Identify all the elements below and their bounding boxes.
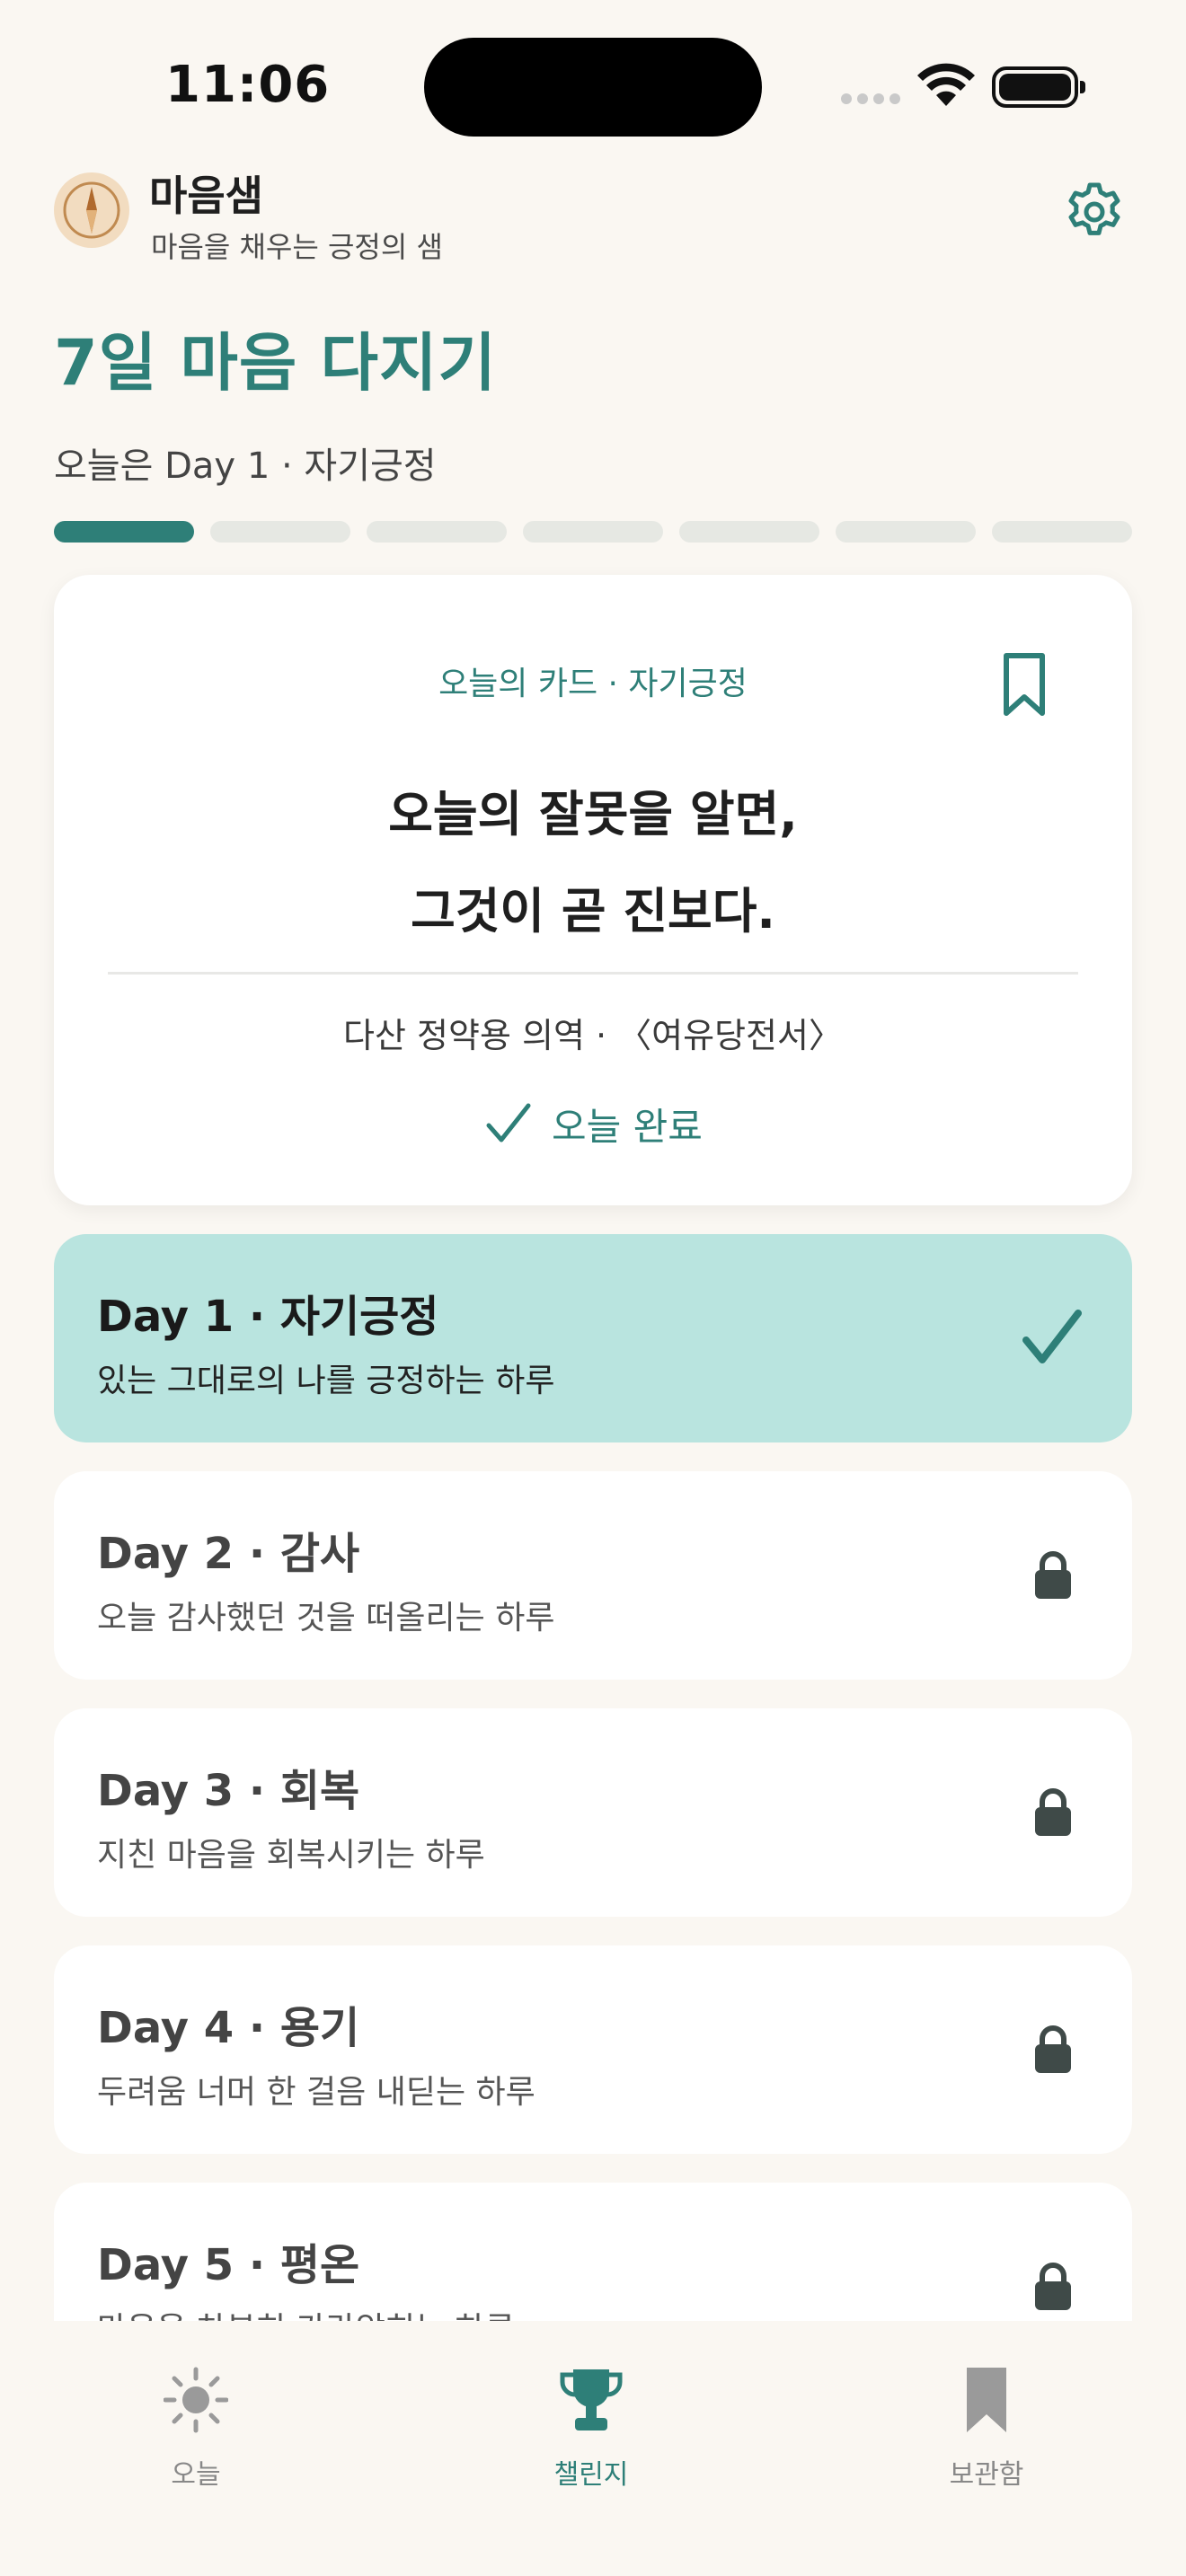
battery-icon xyxy=(992,66,1085,108)
lock-icon xyxy=(1035,2025,1071,2073)
tab-label: 챌린지 xyxy=(553,2459,629,2491)
tab-archive[interactable]: 보관함 xyxy=(879,2366,1094,2492)
today-label: 오늘은 Day 1 · 자기긍정 xyxy=(54,446,437,487)
bookmark-icon[interactable] xyxy=(999,650,1049,719)
day-card-3[interactable]: Day 3 · 회복 지친 마음을 회복시키는 하루 xyxy=(54,1708,1132,1917)
day-card-1[interactable]: Day 1 · 자기긍정 있는 그대로의 나를 긍정하는 하루 xyxy=(54,1234,1132,1442)
day-title: Day 1 · 자기긍정 xyxy=(97,1292,439,1342)
day-card-2[interactable]: Day 2 · 감사 오늘 감사했던 것을 떠올리는 하루 xyxy=(54,1471,1132,1680)
day-desc: 오늘 감사했던 것을 떠올리는 하루 xyxy=(97,1600,555,1636)
tab-label: 보관함 xyxy=(949,2459,1024,2491)
progress-segment xyxy=(523,521,663,543)
status-time: 11:06 xyxy=(165,56,331,114)
bookmark-icon xyxy=(967,2368,1006,2432)
progress-segment xyxy=(210,521,350,543)
day-title: Day 2 · 감사 xyxy=(97,1529,360,1579)
tab-label: 오늘 xyxy=(171,2459,221,2491)
status-bar: 11:06 xyxy=(0,0,1186,153)
cellular-signal-icon xyxy=(841,93,902,106)
divider xyxy=(108,972,1078,975)
day-title: Day 4 · 용기 xyxy=(97,2003,360,2053)
day-card-5[interactable]: Day 5 · 평온 마음을 차분히 가라앉히는 하루 xyxy=(54,2183,1132,2321)
tab-challenge[interactable]: 챌린지 xyxy=(483,2366,699,2492)
progress-segment xyxy=(54,521,194,543)
progress-segment xyxy=(367,521,507,543)
dynamic-island xyxy=(424,38,762,137)
app-name: 마음샘 xyxy=(149,172,263,220)
day-title: Day 5 · 평온 xyxy=(97,2240,360,2290)
wifi-icon xyxy=(917,63,975,106)
day-title: Day 3 · 회복 xyxy=(97,1766,360,1816)
tab-today[interactable]: 오늘 xyxy=(88,2366,304,2492)
day-desc: 지친 마음을 회복시키는 하루 xyxy=(97,1837,485,1874)
check-icon xyxy=(486,1103,531,1142)
progress-segment xyxy=(992,521,1132,543)
day-list: Day 1 · 자기긍정 있는 그대로의 나를 긍정하는 하루 Day 2 · … xyxy=(54,1234,1132,2321)
day-desc: 마음을 차분히 가라앉히는 하루 xyxy=(97,2303,515,2321)
complete-today-label: 오늘 완료 xyxy=(552,1104,703,1149)
tab-bar: 오늘 챌린지 보관함 xyxy=(0,2321,1186,2576)
day-card-4[interactable]: Day 4 · 용기 두려움 너머 한 걸음 내딛는 하루 xyxy=(54,1945,1132,2154)
progress-segment xyxy=(679,521,819,543)
gear-icon[interactable] xyxy=(1062,180,1127,244)
lock-icon xyxy=(1035,1788,1071,1836)
lock-icon xyxy=(1035,2263,1071,2310)
check-icon xyxy=(1022,1310,1082,1363)
quote-line: 그것이 곧 진보다. xyxy=(411,883,775,940)
progress-segment xyxy=(836,521,976,543)
card-label: 오늘의 카드 · 자기긍정 xyxy=(438,666,748,702)
trophy-icon xyxy=(560,2369,623,2430)
quote-card: 오늘의 카드 · 자기긍정 오늘의 잘못을 알면, 그것이 곧 진보다. 다산 … xyxy=(54,575,1132,1205)
compass-logo-icon xyxy=(54,172,129,248)
page-title: 7일 마음 다지기 xyxy=(54,326,497,400)
day-desc: 두려움 너머 한 걸음 내딛는 하루 xyxy=(97,2074,535,2111)
quote-source: 다산 정약용 의역 · 〈여유당전서〉 xyxy=(343,1016,843,1055)
quote-line: 오늘의 잘못을 알면, xyxy=(388,786,798,842)
lock-icon xyxy=(1035,1551,1071,1599)
app-tagline: 마음을 채우는 긍정의 샘 xyxy=(151,230,443,264)
day-desc: 있는 그대로의 나를 긍정하는 하루 xyxy=(97,1363,555,1399)
progress-bar xyxy=(54,521,1132,543)
sun-icon xyxy=(164,2367,228,2433)
complete-today-button[interactable]: 오늘 완료 xyxy=(485,1092,703,1155)
